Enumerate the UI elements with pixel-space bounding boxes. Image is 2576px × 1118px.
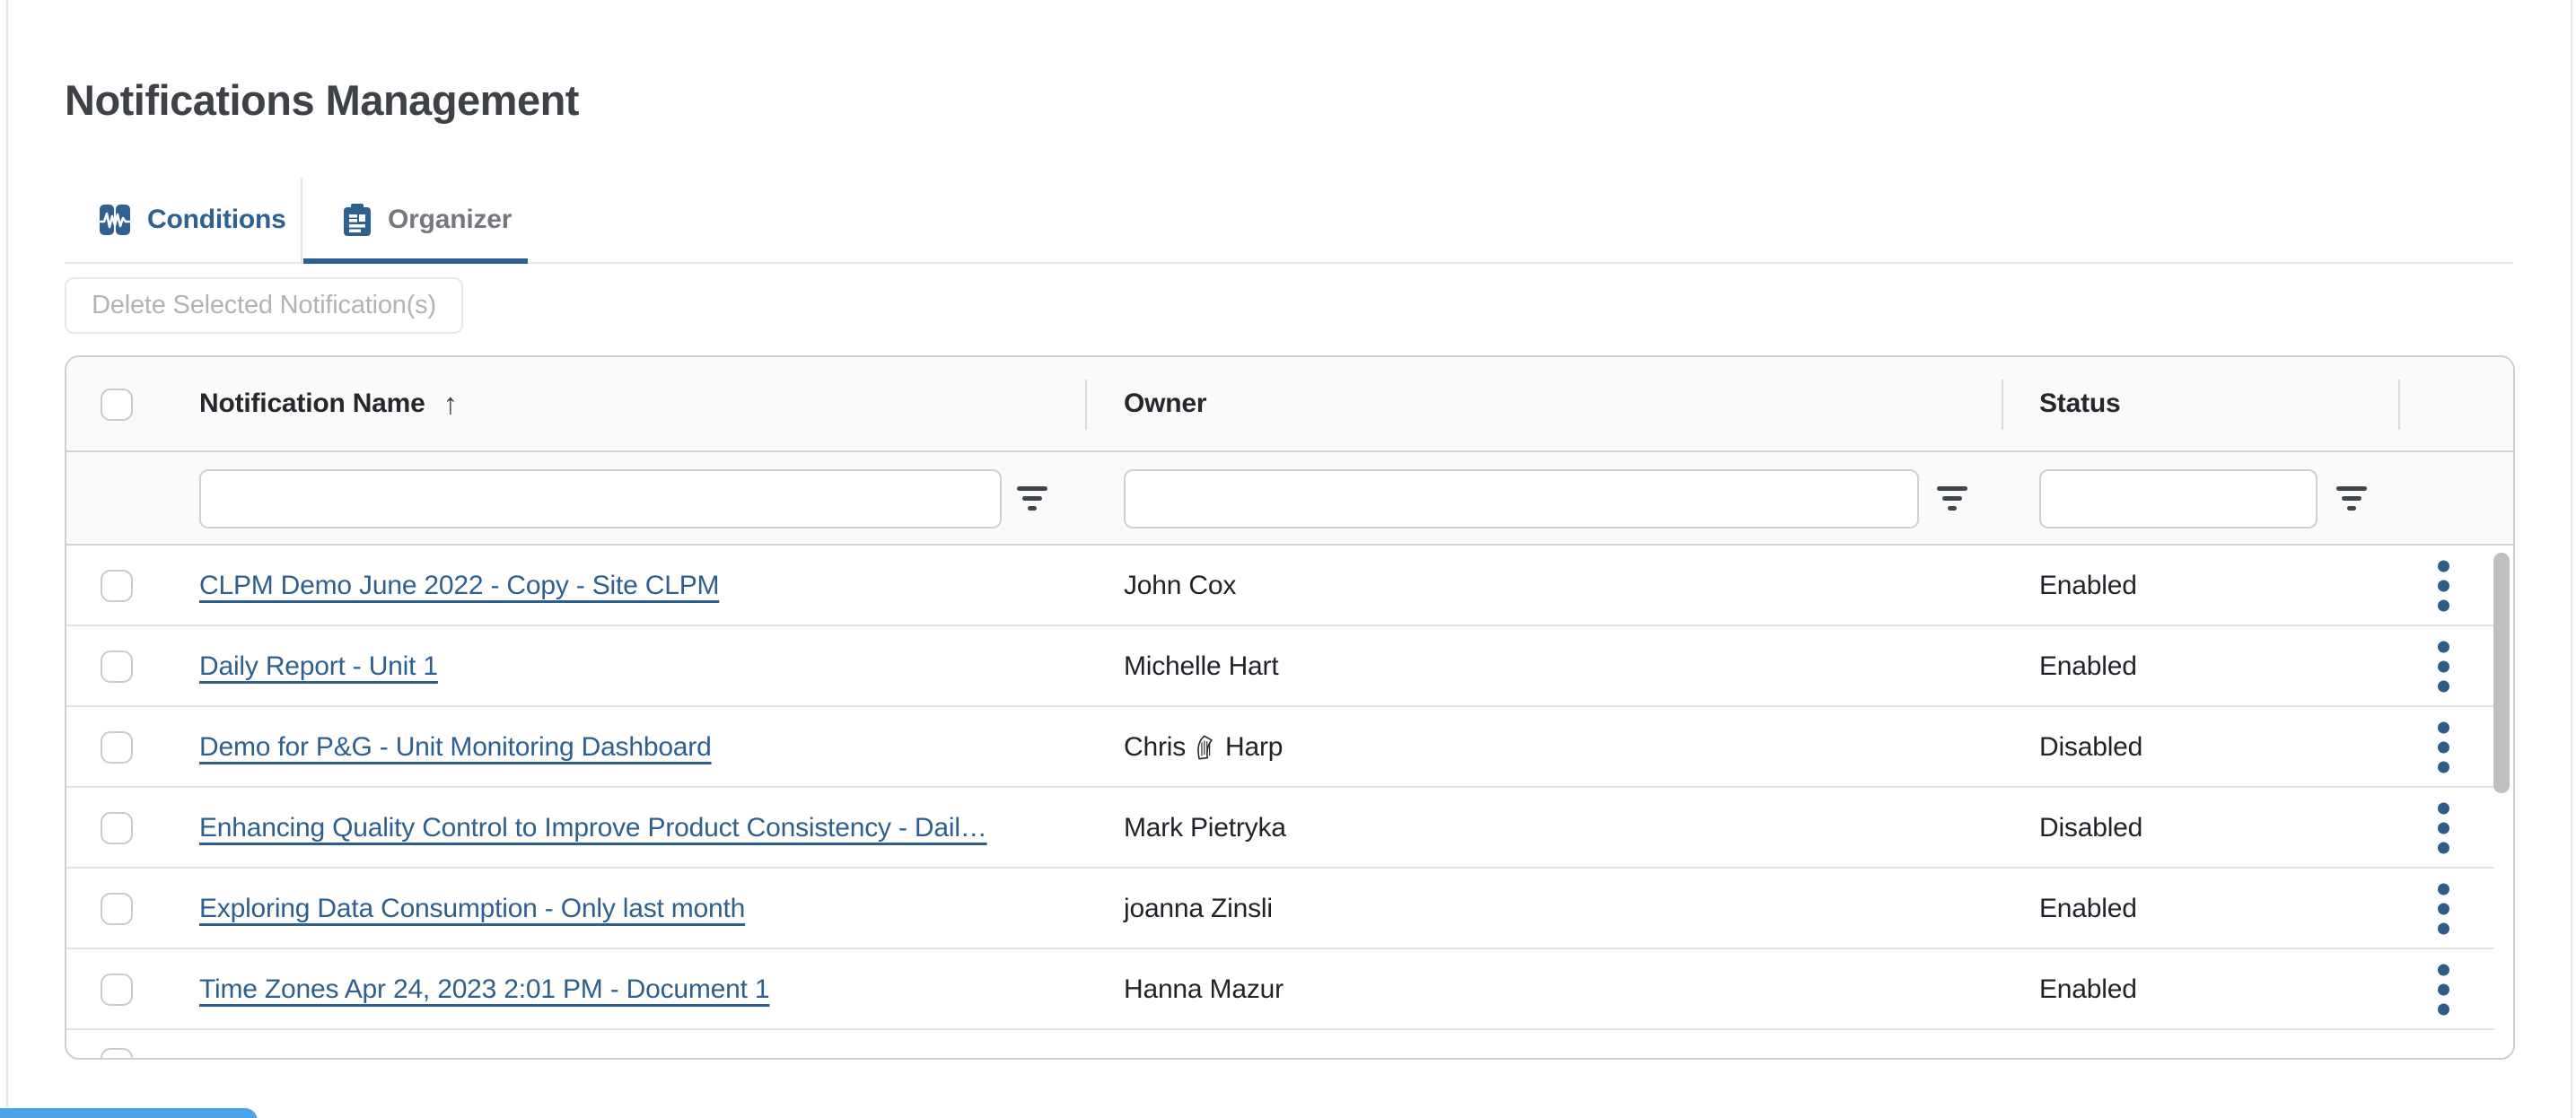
column-header-status[interactable]: Status [2039, 357, 2121, 450]
owner-cell: Hanna Mazur [1124, 974, 1284, 1005]
column-header-notification-name[interactable]: Notification Name ↑ [199, 357, 458, 450]
tabs-row: Conditions Organizer [65, 178, 2513, 264]
tab-organizer-label: Organizer [388, 205, 512, 235]
row-checkbox[interactable] [101, 974, 133, 1006]
notifications-management-screen: Notifications Management Conditions Orga… [0, 0, 2576, 1118]
status-filter-input[interactable] [2039, 469, 2318, 528]
vertical-scrollbar-thumb[interactable] [2493, 553, 2510, 793]
notification-name-header-label: Notification Name [199, 389, 425, 419]
column-divider [2398, 380, 2400, 430]
owner-cell: Chris Harp [1124, 732, 1283, 763]
status-cell: Enabled [2039, 974, 2137, 1005]
row-menu-kebab-icon[interactable] [2425, 557, 2461, 616]
row-checkbox[interactable] [101, 570, 133, 602]
row-menu-kebab-icon[interactable] [2425, 799, 2461, 858]
status-filter-button[interactable] [2335, 484, 2368, 514]
page-right-edge-line [2571, 0, 2572, 1118]
status-cell: Enabled [2039, 894, 2137, 924]
table-row: Time Zones Apr 24, 2023 2:01 PM - Docume… [66, 949, 2513, 1030]
owner-filter-button[interactable] [1936, 484, 1968, 514]
table-row: Exploring Data Consumption - Only last m… [66, 869, 2513, 949]
notifications-table: Notification Name ↑ Owner Status [65, 355, 2515, 1060]
column-divider [2002, 380, 2003, 430]
notification-name-link[interactable]: Daily Report - Unit 1 [199, 651, 438, 682]
owner-filter-input[interactable] [1124, 469, 1919, 528]
waveform-icon [99, 203, 131, 237]
filter-icon [1016, 484, 1048, 514]
status-cell: Disabled [2039, 813, 2142, 843]
status-cell: Enabled [2039, 651, 2137, 682]
delete-selected-notifications-button[interactable]: Delete Selected Notification(s) [65, 277, 463, 334]
tab-conditions[interactable]: Conditions [65, 178, 301, 262]
active-tab-underline [303, 258, 528, 264]
status-cell: Disabled [2039, 732, 2142, 763]
tab-organizer[interactable]: Organizer [303, 178, 528, 262]
clipboard-icon [342, 203, 372, 237]
owner-cell: Michelle Hart [1124, 651, 1278, 682]
harp-icon [1195, 734, 1216, 761]
table-row: Daily Report - Unit 1 Michelle Hart Enab… [66, 626, 2513, 707]
notification-name-filter-button[interactable] [1016, 484, 1048, 514]
status-header-label: Status [2039, 389, 2121, 419]
row-checkbox[interactable] [101, 893, 133, 925]
page-left-edge-line [6, 0, 8, 1107]
row-menu-kebab-icon[interactable] [2425, 961, 2461, 1019]
tab-divider [301, 178, 302, 262]
row-checkbox[interactable] [101, 651, 133, 683]
row-checkbox[interactable] [101, 812, 133, 844]
sort-ascending-icon: ↑ [443, 387, 459, 421]
filter-icon [1936, 484, 1968, 514]
table-row: CLPM Demo June 2022 - Copy - Site CLPM J… [66, 546, 2513, 626]
table-body: CLPM Demo June 2022 - Copy - Site CLPM J… [66, 546, 2513, 1058]
row-menu-kebab-icon[interactable] [2425, 719, 2461, 777]
select-all-checkbox[interactable] [101, 389, 133, 421]
owner-first-name: Chris [1124, 732, 1186, 763]
page-title: Notifications Management [65, 75, 579, 125]
notification-name-link[interactable]: Time Zones Apr 24, 2023 2:01 PM - Docume… [199, 974, 769, 1005]
table-row: Demo for P&G - Unit Monitoring Dashboard… [66, 707, 2513, 788]
row-menu-kebab-icon[interactable] [2425, 638, 2461, 696]
table-header-row: Notification Name ↑ Owner Status [66, 357, 2513, 452]
notification-name-link[interactable]: Enhancing Quality Control to Improve Pro… [199, 813, 987, 843]
bottom-left-blue-toast[interactable] [0, 1108, 258, 1118]
column-header-owner[interactable]: Owner [1124, 357, 1206, 450]
row-checkbox[interactable] [101, 1048, 133, 1058]
tab-conditions-label: Conditions [147, 205, 286, 235]
filter-icon [2335, 484, 2368, 514]
owner-cell: joanna Zinsli [1124, 894, 1273, 924]
owner-header-label: Owner [1124, 389, 1206, 419]
owner-cell: Mark Pietryka [1124, 813, 1286, 843]
row-checkbox[interactable] [101, 731, 133, 764]
notification-name-filter-input[interactable] [199, 469, 1002, 528]
row-menu-kebab-icon[interactable] [2425, 880, 2461, 939]
notification-name-link[interactable]: Exploring Data Consumption - Only last m… [199, 894, 745, 924]
notification-name-link[interactable]: CLPM Demo June 2022 - Copy - Site CLPM [199, 571, 719, 601]
table-row: Enhancing Quality Control to Improve Pro… [66, 788, 2513, 869]
table-row-partial [66, 1030, 2513, 1058]
owner-cell: John Cox [1124, 571, 1236, 601]
table-filter-row [66, 452, 2513, 546]
notification-name-link[interactable]: Demo for P&G - Unit Monitoring Dashboard [199, 732, 712, 763]
column-divider [1085, 380, 1087, 430]
owner-last-name: Harp [1225, 732, 1283, 763]
status-cell: Enabled [2039, 571, 2137, 601]
